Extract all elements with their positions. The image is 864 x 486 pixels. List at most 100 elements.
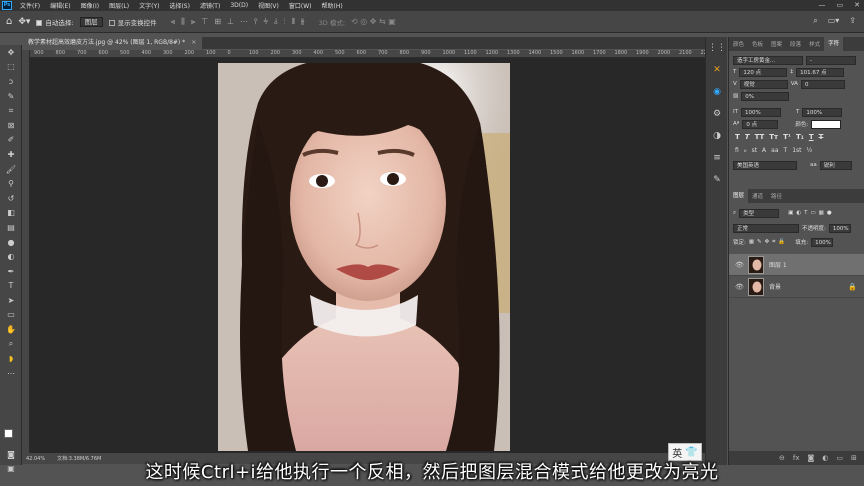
font-style-select[interactable]: - [806, 55, 856, 65]
tab-character[interactable]: 字符 [824, 37, 844, 51]
crop-tool-icon[interactable]: ⌗ [0, 103, 22, 118]
hand-tool-icon[interactable]: ✋ [0, 322, 22, 337]
dodge-tool-icon[interactable]: ◐ [0, 249, 22, 264]
share-icon[interactable]: ⇪ [849, 16, 856, 26]
quick-select-tool-icon[interactable]: ✎ [0, 89, 22, 104]
faux-italic-button[interactable]: T [745, 133, 750, 141]
foreground-color-swatch[interactable] [4, 429, 13, 438]
fraction-button[interactable]: ½ [806, 147, 812, 154]
dist-top-icon[interactable]: ⫯ [254, 17, 257, 27]
tsume-field[interactable]: 0% [741, 91, 790, 101]
lock-icons[interactable]: ▦✎✥⌗🔒 [749, 239, 788, 246]
adjustments-panel-icon[interactable]: ◑ [706, 125, 728, 147]
move-tool-icon[interactable]: ✥ [0, 45, 22, 60]
menu-select[interactable]: 选择(S) [164, 1, 195, 10]
move-tool-icon[interactable]: ✥▾ [18, 17, 30, 27]
zoom-tool-icon[interactable]: ⌕ [0, 337, 22, 352]
tab-patterns[interactable]: 图案 [767, 40, 786, 48]
auto-select-dropdown[interactable]: 图层 [79, 16, 103, 27]
3d-tools-icon[interactable]: ⟲ ◎ ✥ ⇆ ▣ [351, 17, 396, 26]
align-bottom-icon[interactable]: ⊥ [227, 17, 234, 27]
edit-toolbar-icon[interactable]: ⋯ [0, 366, 22, 381]
vertical-scale-field[interactable]: 100% [740, 107, 781, 117]
type-tool-icon[interactable]: T [0, 279, 22, 294]
tracking-field[interactable]: 0 [800, 79, 845, 89]
menu-type[interactable]: 文字(Y) [134, 1, 164, 10]
gradient-tool-icon[interactable]: ▤ [0, 220, 22, 235]
titling-button[interactable]: A [762, 147, 766, 154]
portrait-photo[interactable] [218, 63, 510, 451]
layer-row-background[interactable]: 👁 背景 🔒 [729, 276, 864, 298]
menu-filter[interactable]: 滤镜(T) [195, 1, 225, 10]
shape-tool-icon[interactable]: ▭ [0, 308, 22, 323]
menu-image[interactable]: 图像(I) [76, 1, 104, 10]
tab-paths[interactable]: 路径 [767, 192, 786, 200]
strikethrough-button[interactable]: T [819, 133, 824, 141]
eye-icon[interactable]: 👁 [735, 283, 744, 291]
blur-tool-icon[interactable]: ● [0, 235, 22, 250]
language-select[interactable]: 美国英语 [733, 160, 797, 170]
eraser-tool-icon[interactable]: ◧ [0, 206, 22, 221]
lasso-tool-icon[interactable]: ↄ [0, 74, 22, 89]
tools-x-icon[interactable]: ✕ [706, 59, 728, 81]
swash-button[interactable]: ℴ [744, 147, 747, 154]
baseline-field[interactable]: 0 点 [742, 119, 779, 129]
close-icon[interactable]: ✕ [854, 1, 860, 9]
dist-bottom-icon[interactable]: ⫰ [274, 17, 277, 27]
text-color-swatch[interactable] [811, 119, 842, 129]
menu-window[interactable]: 窗口(W) [284, 1, 317, 10]
eye-icon[interactable]: 👁 [735, 261, 744, 269]
brush-tool-icon[interactable]: 🖌 [0, 162, 22, 177]
leading-field[interactable]: 101.67 点 [796, 67, 845, 77]
stylistic-button[interactable]: st [752, 147, 757, 154]
home-icon[interactable]: ⌂ [6, 16, 12, 27]
contextual-button[interactable]: T [784, 147, 788, 154]
tab-layers[interactable]: 图层 [729, 189, 749, 203]
fill-field[interactable]: 100% [811, 237, 834, 247]
healing-brush-icon[interactable]: ✚ [0, 147, 22, 162]
menu-layer[interactable]: 图层(L) [104, 1, 134, 10]
layer-name[interactable]: 背景 [769, 282, 781, 291]
underline-button[interactable]: T [809, 133, 814, 141]
faux-bold-button[interactable]: T [735, 133, 740, 141]
search-icon[interactable]: ⌕ [813, 16, 817, 26]
oldstyle-button[interactable]: 1st [792, 147, 801, 154]
path-select-icon[interactable]: ➤ [0, 293, 22, 308]
menu-edit[interactable]: 编辑(E) [45, 1, 75, 10]
frame-tool-icon[interactable]: ⊠ [0, 118, 22, 133]
banana-icon[interactable]: ◗ [0, 351, 22, 366]
auto-select-checkbox[interactable]: 自动选择: [36, 17, 74, 27]
history-panel-icon[interactable]: ⋮⋮ [706, 37, 728, 59]
menu-view[interactable]: 视图(V) [253, 1, 284, 10]
menu-file[interactable]: 文件(F) [15, 1, 45, 10]
tab-styles[interactable]: 样式 [805, 40, 824, 48]
distribute-icon[interactable]: ⋯ [240, 17, 248, 27]
history-brush-icon[interactable]: ↺ [0, 191, 22, 206]
close-tab-icon[interactable]: × [191, 39, 196, 46]
dist-vcenter-icon[interactable]: ⫩ [263, 17, 268, 27]
eyedropper-tool-icon[interactable]: ✐ [0, 133, 22, 148]
properties-panel-icon[interactable]: ⚙ [706, 103, 728, 125]
minimize-icon[interactable]: — [819, 1, 826, 9]
small-caps-button[interactable]: Tт [769, 133, 778, 141]
tab-color[interactable]: 颜色 [729, 40, 748, 48]
blend-mode-select[interactable]: 正常 [733, 223, 799, 233]
layer-name[interactable]: 图层 1 [769, 260, 787, 269]
info-panel-icon[interactable]: ◉ [706, 81, 728, 103]
channels-panel-icon[interactable]: ≡ [706, 147, 728, 169]
dist-hcenter-icon[interactable]: ⫴ [292, 17, 295, 27]
ligature-button[interactable]: fi [735, 147, 739, 154]
align-right-icon[interactable]: ⫸ [191, 17, 196, 27]
document-tab[interactable]: 教学素材超高效磨皮方法.jpg @ 42% (图层 1, RGB/8#) * × [22, 37, 203, 49]
align-top-icon[interactable]: ⊤ [201, 17, 208, 27]
opacity-field[interactable]: 100% [828, 223, 851, 233]
clone-stamp-icon[interactable]: ⚲ [0, 176, 22, 191]
superscript-button[interactable]: T¹ [783, 133, 791, 141]
pen-tool-icon[interactable]: ✒ [0, 264, 22, 279]
dist-right-icon[interactable]: ⫵ [301, 17, 305, 27]
subscript-button[interactable]: T₁ [796, 133, 804, 141]
align-vcenter-icon[interactable]: ⊞ [214, 17, 221, 27]
kerning-field[interactable]: 视觉 [739, 79, 788, 89]
all-caps-button[interactable]: TT [755, 133, 765, 141]
menu-3d[interactable]: 3D(D) [225, 2, 253, 9]
